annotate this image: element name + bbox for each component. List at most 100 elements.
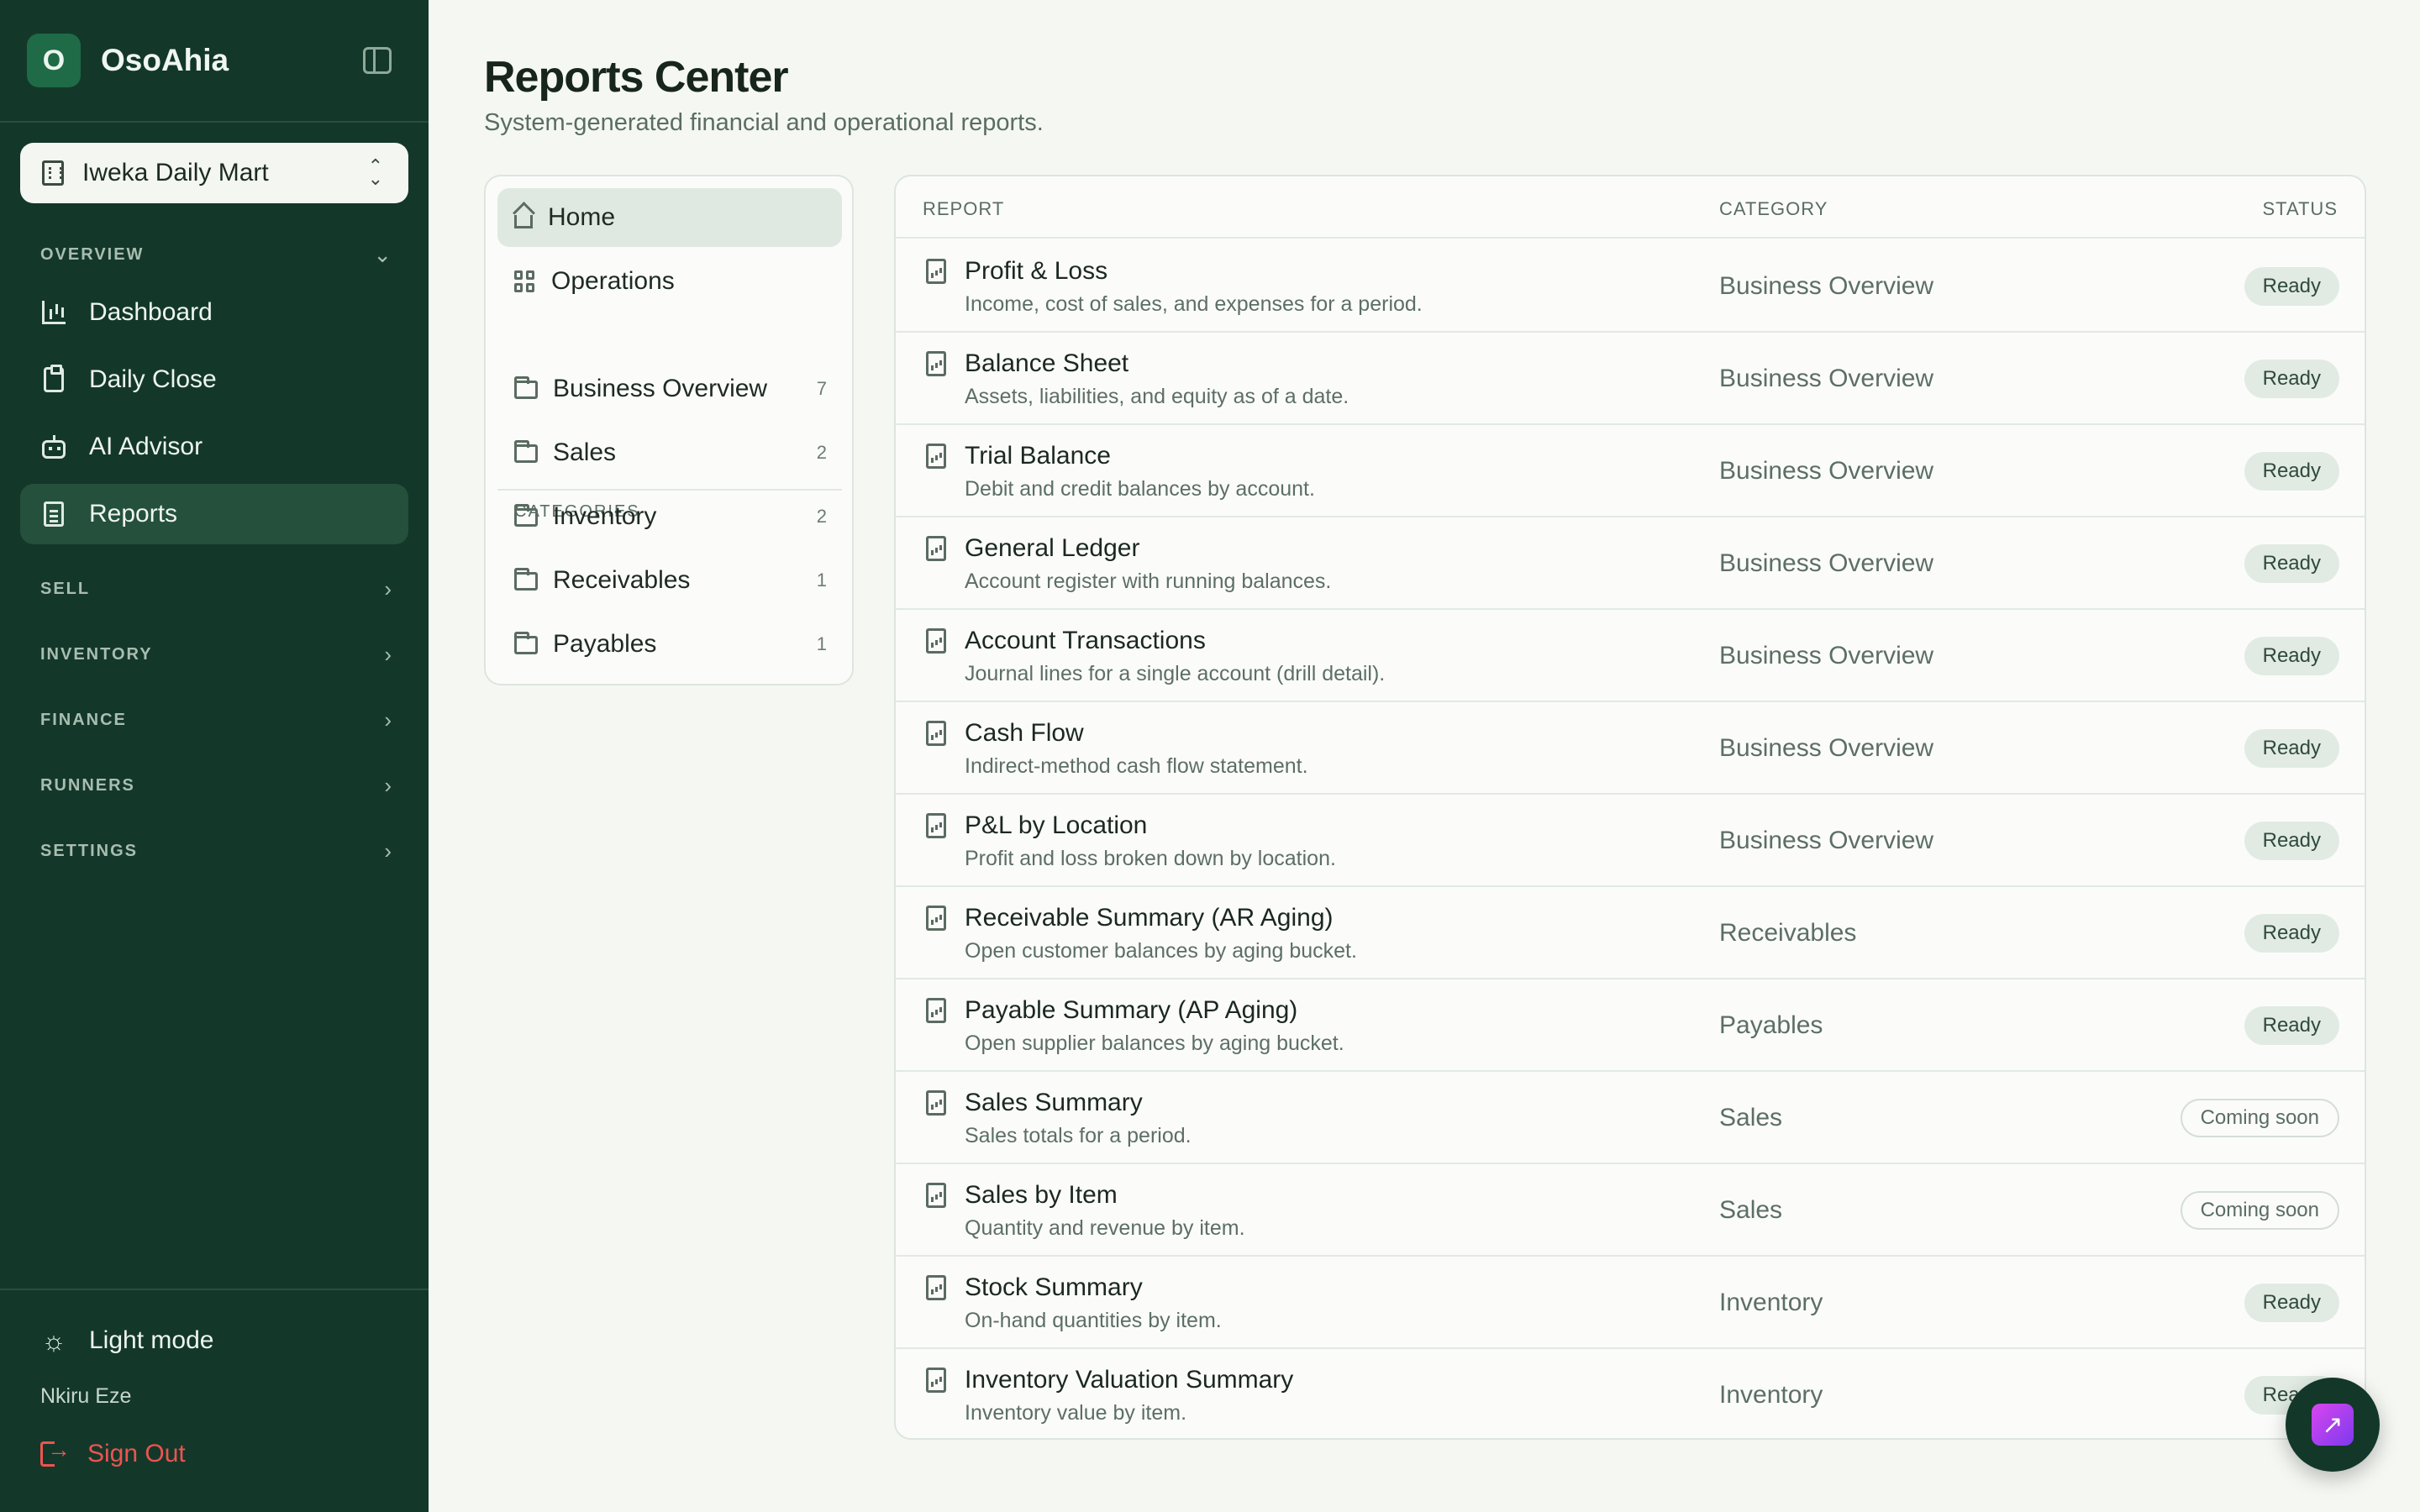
report-name[interactable]: Payable Summary (AP Aging) [965,996,1297,1025]
report-name[interactable]: Balance Sheet [965,349,1128,378]
category-label: Receivables [553,566,691,594]
report-name[interactable]: Profit & Loss [965,257,1107,286]
sidebar-item-daily-close[interactable]: Daily Close [20,349,408,410]
section-label: OVERVIEW [40,245,145,264]
status-badge: Ready [2244,360,2339,398]
table-row[interactable]: General Ledger Account register with runn… [896,517,2365,610]
table-row[interactable]: Sales Summary Sales totals for a period. S… [896,1072,2365,1164]
report-category: Receivables [1719,919,1857,947]
report-category: Inventory [1719,1289,1823,1316]
section-finance[interactable]: FINANCE › [40,707,393,733]
sidebar-item-label: Dashboard [89,298,213,326]
section-overview[interactable]: OVERVIEW ⌄ [40,242,393,268]
category-label: Sales [553,438,617,466]
section-inventory[interactable]: INVENTORY › [40,642,393,668]
report-name[interactable]: Cash Flow [965,719,1084,748]
theme-toggle[interactable]: ☼ Light mode [20,1310,408,1371]
sidebar-item-reports[interactable]: Reports [20,484,408,544]
report-category: Inventory [1719,1381,1823,1409]
report-category: Business Overview [1719,457,1934,485]
report-name[interactable]: Trial Balance [965,442,1111,470]
status-badge: Ready [2244,452,2339,491]
report-description: Journal lines for a single account (dril… [965,662,1386,685]
table-row[interactable]: Trial Balance Debit and credit balances b… [896,425,2365,517]
table-row[interactable]: Cash Flow Indirect-method cash flow state… [896,702,2365,795]
sidebar-item-label: Daily Close [89,365,217,393]
category-label: Payables [553,630,657,658]
table-row[interactable]: Receivable Summary (AR Aging) Open custom… [896,887,2365,979]
section-sell[interactable]: SELL › [40,576,393,602]
report-description: Debit and credit balances by account. [965,477,1315,501]
table-row[interactable]: Stock Summary On-hand quantities by item.… [896,1257,2365,1349]
category-inventory[interactable]: Inventory 2 [497,487,842,546]
status-badge: Ready [2244,1284,2339,1322]
file-chart-icon [926,813,946,838]
brand[interactable]: O OsoAhia [27,34,229,87]
report-name[interactable]: Sales by Item [965,1181,1118,1210]
sign-out-button[interactable]: Sign Out [40,1436,186,1468]
report-name[interactable]: Inventory Valuation Summary [965,1366,1293,1394]
brand-logo: O [27,34,81,87]
report-name[interactable]: Stock Summary [965,1273,1143,1302]
assistant-fab[interactable]: ↗ [2286,1378,2380,1472]
report-category: Business Overview [1719,827,1934,854]
chevrons-up-down-icon: ⌃ ⌄ [367,155,383,189]
folder-icon [514,504,538,527]
file-chart-icon [926,998,946,1023]
reports-table: REPORT CATEGORY STATUS Profit & Loss Inco… [894,175,2366,1440]
status-badge: Coming soon [2180,1099,2339,1137]
status-badge: Coming soon [2180,1191,2339,1230]
file-chart-icon [926,721,946,746]
table-row[interactable]: Inventory Valuation Summary Inventory val… [896,1349,2365,1438]
file-chart-icon [926,1183,946,1208]
sidebar: O OsoAhia Iweka Daily Mart ⌃ ⌄ OVERVIEW ⌄… [0,0,429,1512]
report-category: Business Overview [1719,272,1934,300]
category-home[interactable]: Home [497,188,842,247]
category-label: Business Overview [553,375,768,402]
report-name[interactable]: General Ledger [965,534,1139,563]
brand-name: OsoAhia [101,43,229,77]
page-subtitle: System-generated financial and operation… [484,109,1044,136]
report-description: Open supplier balances by aging bucket. [965,1032,1344,1055]
section-label: FINANCE [40,711,127,729]
category-count: 2 [816,506,827,527]
category-receivables[interactable]: Receivables 1 [497,551,842,610]
store-selector[interactable]: Iweka Daily Mart ⌃ ⌄ [20,143,408,203]
category-payables[interactable]: Payables 1 [497,615,842,674]
category-business-overview[interactable]: Business Overview 7 [497,360,842,418]
table-row[interactable]: Account Transactions Journal lines for a … [896,610,2365,702]
category-count: 1 [816,633,827,654]
file-chart-icon [926,1090,946,1116]
section-settings[interactable]: SETTINGS › [40,838,393,864]
report-category: Business Overview [1719,365,1934,392]
table-row[interactable]: Profit & Loss Income, cost of sales, and … [896,240,2365,333]
sidebar-item-ai-advisor[interactable]: AI Advisor [20,417,408,477]
layout-grid-icon [514,270,536,292]
report-name[interactable]: Account Transactions [965,627,1206,655]
table-row[interactable]: P&L by Location Profit and loss broken do… [896,795,2365,887]
chevron-right-icon: › [384,773,393,798]
category-operations[interactable]: Operations [497,252,842,311]
section-runners[interactable]: RUNNERS › [40,773,393,799]
sidebar-item-dashboard[interactable]: Dashboard [20,282,408,343]
table-row[interactable]: Payable Summary (AP Aging) Open supplier … [896,979,2365,1072]
file-text-icon [40,501,67,528]
category-sales[interactable]: Sales 2 [497,423,842,482]
report-description: Income, cost of sales, and expenses for … [965,292,1423,316]
file-chart-icon [926,628,946,654]
report-description: Inventory value by item. [965,1401,1187,1425]
report-name[interactable]: P&L by Location [965,811,1147,840]
sidebar-collapse-icon[interactable] [363,47,392,74]
section-label: INVENTORY [40,645,153,664]
report-description: Profit and loss broken down by location. [965,847,1336,870]
table-row[interactable]: Balance Sheet Assets, liabilities, and eq… [896,333,2365,425]
sidebar-divider [0,1289,429,1290]
report-name[interactable]: Receivable Summary (AR Aging) [965,904,1334,932]
folder-icon [514,632,538,654]
chevron-right-icon: › [384,642,393,667]
clipboard-check-icon [40,365,67,393]
report-name[interactable]: Sales Summary [965,1089,1143,1117]
sign-out-label: Sign Out [87,1440,186,1467]
report-description: Account register with running balances. [965,570,1332,593]
table-row[interactable]: Sales by Item Quantity and revenue by ite… [896,1164,2365,1257]
